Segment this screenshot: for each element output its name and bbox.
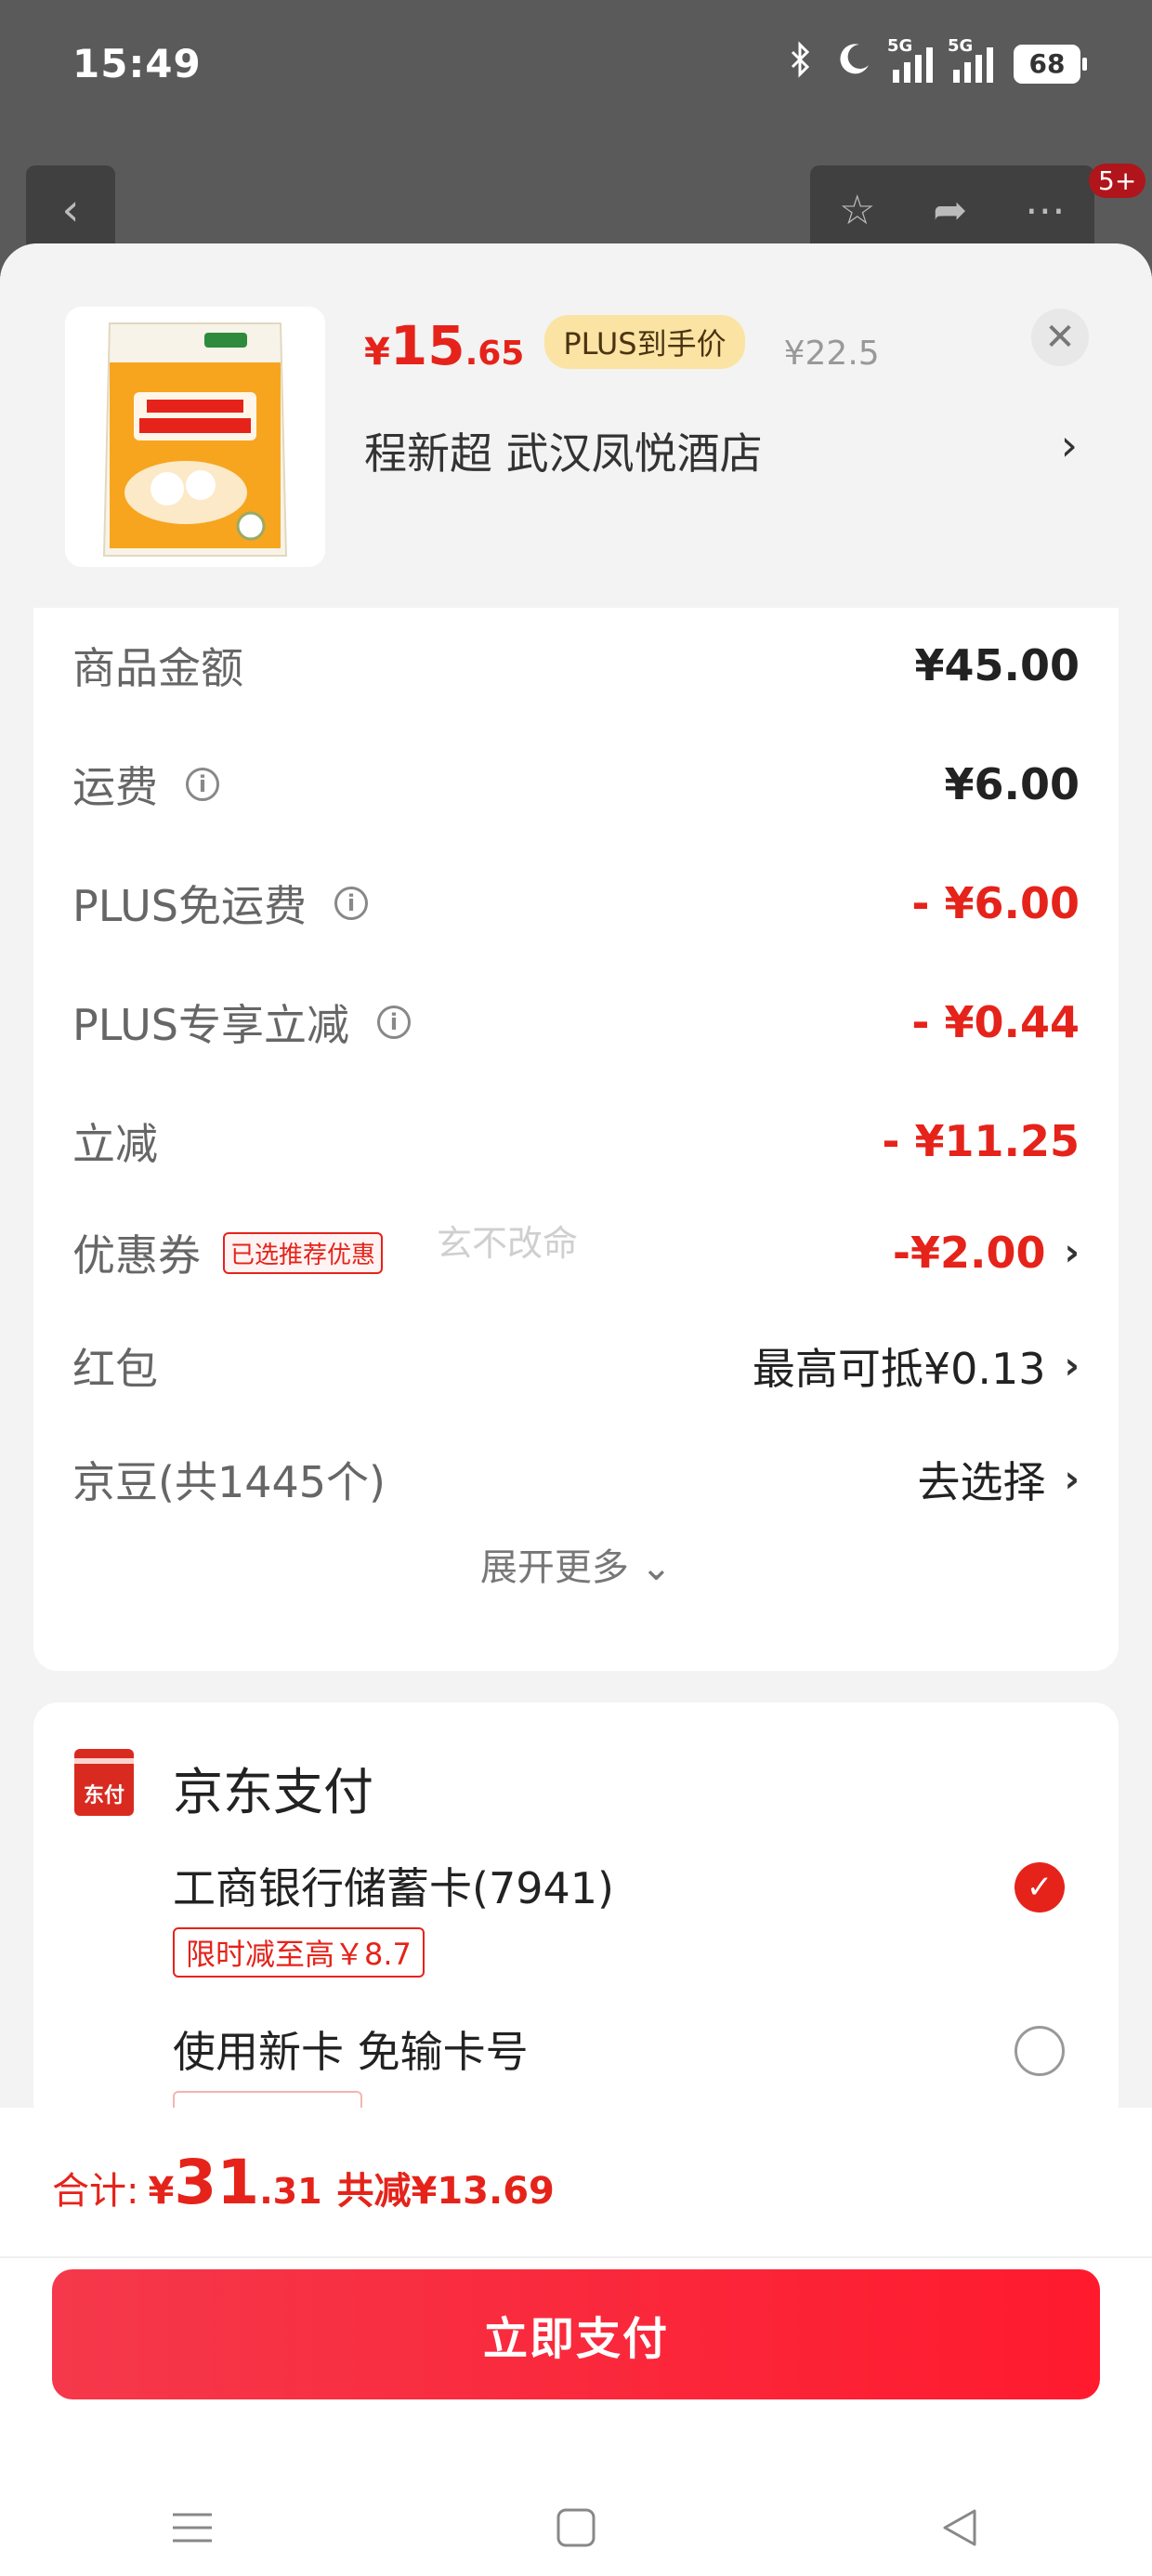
star-icon[interactable]: ☆: [839, 187, 875, 234]
fee-label: PLUS免运费: [72, 881, 307, 931]
chevron-right-icon[interactable]: ›: [1061, 420, 1078, 470]
chevron-right-icon: ›: [1064, 1458, 1080, 1501]
payment-title: 京东支付: [173, 1763, 373, 1821]
info-icon[interactable]: i: [334, 887, 368, 920]
fee-label: 运费: [72, 762, 158, 812]
chevron-right-icon: ›: [1064, 1231, 1080, 1274]
top-actions: ☆ ➦ ⋯: [810, 165, 1094, 255]
fee-label: 京豆(共1445个): [72, 1457, 386, 1507]
fee-value: ¥6.00: [944, 759, 1080, 809]
network-label: 5G: [948, 35, 974, 56]
pay-option-label[interactable]: 工商银行储蓄卡(7941): [173, 1855, 614, 1916]
fee-label: 红包: [72, 1344, 158, 1394]
divider: [0, 2256, 1152, 2258]
order-total: 合计: ¥ 31 .31 共减¥13.69: [52, 2147, 555, 2218]
fee-label: PLUS专享立减: [72, 1000, 349, 1050]
total-label: 合计:: [52, 2170, 139, 2213]
payment-card: 东付 京东支付 工商银行储蓄卡(7941) 限时减至高￥8.7 ✓ 使用新卡 免…: [33, 1702, 1119, 2149]
fee-row-shipping: 运费 i ¥6.00: [72, 747, 1080, 821]
status-time: 15:49: [72, 41, 202, 86]
watermark-text: 玄不改命: [437, 1223, 579, 1264]
original-price: ¥22.5: [783, 335, 880, 373]
battery-level: 68: [1014, 44, 1080, 84]
menu-icon[interactable]: [155, 2491, 229, 2565]
delivery-address[interactable]: 程新超 武汉凤悦酒店: [364, 420, 763, 481]
pay-option-label[interactable]: 使用新卡 免输卡号: [173, 2018, 529, 2080]
fee-row-plus-free-shipping: PLUS免运费 i - ¥6.00: [72, 866, 1080, 940]
bluetooth-icon: [787, 41, 815, 86]
fee-row-jd-beans[interactable]: 京豆(共1445个) 去选择 ›: [72, 1442, 1080, 1517]
share-icon[interactable]: ➦: [933, 187, 967, 234]
check-icon: ✓: [1026, 1869, 1054, 1906]
fee-value: - ¥0.44: [911, 997, 1080, 1047]
system-nav-bar: [0, 2479, 1152, 2576]
back-triangle-icon[interactable]: [923, 2491, 997, 2565]
chevron-right-icon: ›: [1064, 1345, 1080, 1387]
fee-row-plus-discount: PLUS专享立减 i - ¥0.44: [72, 985, 1080, 1059]
price-decimal: .65: [465, 335, 525, 373]
more-icon[interactable]: ⋯: [1025, 187, 1066, 234]
moon-icon: [835, 41, 872, 86]
fee-row-red-packet[interactable]: 红包 最高可抵¥0.13 ›: [72, 1329, 1080, 1403]
home-icon[interactable]: [539, 2491, 613, 2565]
fee-label: 商品金额: [72, 643, 243, 693]
total-saved: 共减¥13.69: [336, 2170, 555, 2213]
fee-value: 去选择: [917, 1457, 1046, 1507]
plus-price-tag: PLUS到手价: [544, 315, 745, 369]
price-symbol: ¥: [364, 331, 390, 374]
fee-row-instant-discount: 立减 - ¥11.25: [72, 1104, 1080, 1178]
signal-icon: 5G: [948, 36, 993, 83]
back-icon: ‹: [61, 184, 80, 236]
signal-icon: 5G: [887, 36, 933, 83]
fee-value: -¥2.00: [892, 1228, 1046, 1278]
expand-more-button[interactable]: 展开更多 ⌄: [33, 1537, 1119, 1591]
coupon-recommended-tag: 已选推荐优惠: [223, 1231, 384, 1274]
total-decimal: .31: [259, 2171, 322, 2212]
back-button[interactable]: ‹: [26, 165, 115, 255]
product-price: ¥ 15 .65 PLUS到手价 ¥22.5: [364, 314, 880, 377]
price-integer: 15: [389, 314, 465, 377]
info-icon[interactable]: i: [376, 1005, 411, 1039]
radio-unselected[interactable]: [1015, 2026, 1065, 2076]
fee-value: ¥45.00: [914, 640, 1080, 690]
network-label: 5G: [887, 35, 913, 56]
pay-now-button[interactable]: 立即支付: [52, 2269, 1100, 2399]
info-icon[interactable]: i: [186, 768, 219, 801]
checkout-sheet: ¥ 15 .65 PLUS到手价 ¥22.5 ✕ 程新超 武汉凤悦酒店 › 商品…: [0, 243, 1152, 2576]
notification-badge: 5+: [1089, 164, 1146, 198]
fee-value: 最高可抵¥0.13: [752, 1344, 1046, 1394]
fee-details-card: 商品金额 ¥45.00 运费 i ¥6.00 PLUS免运费 i - ¥6.00…: [33, 608, 1119, 1671]
checkout-footer: 合计: ¥ 31 .31 共减¥13.69 立即支付: [0, 2108, 1152, 2576]
fee-value: - ¥6.00: [911, 878, 1080, 928]
product-image: [65, 307, 325, 567]
radio-selected[interactable]: ✓: [1015, 1862, 1065, 1912]
total-symbol: ¥: [148, 2170, 175, 2213]
battery-icon: 68: [1014, 44, 1087, 84]
jd-pay-logo: 东付: [74, 1749, 134, 1816]
status-bar: 15:49 5G 5G 68: [0, 0, 1152, 139]
promo-tag: 限时减至高￥8.7: [173, 1927, 425, 1978]
fee-value: - ¥11.25: [882, 1116, 1080, 1166]
product-header: ¥ 15 .65 PLUS到手价 ¥22.5 ✕ 程新超 武汉凤悦酒店 ›: [0, 243, 1152, 606]
fee-label: 优惠券: [72, 1230, 201, 1281]
status-icons: 5G 5G 68: [787, 36, 1087, 86]
fee-row-goods: 商品金额 ¥45.00: [72, 628, 1080, 703]
close-icon: ✕: [1044, 316, 1076, 359]
close-button[interactable]: ✕: [1031, 309, 1089, 366]
fee-label: 立减: [72, 1119, 158, 1169]
total-integer: 31: [174, 2147, 260, 2218]
